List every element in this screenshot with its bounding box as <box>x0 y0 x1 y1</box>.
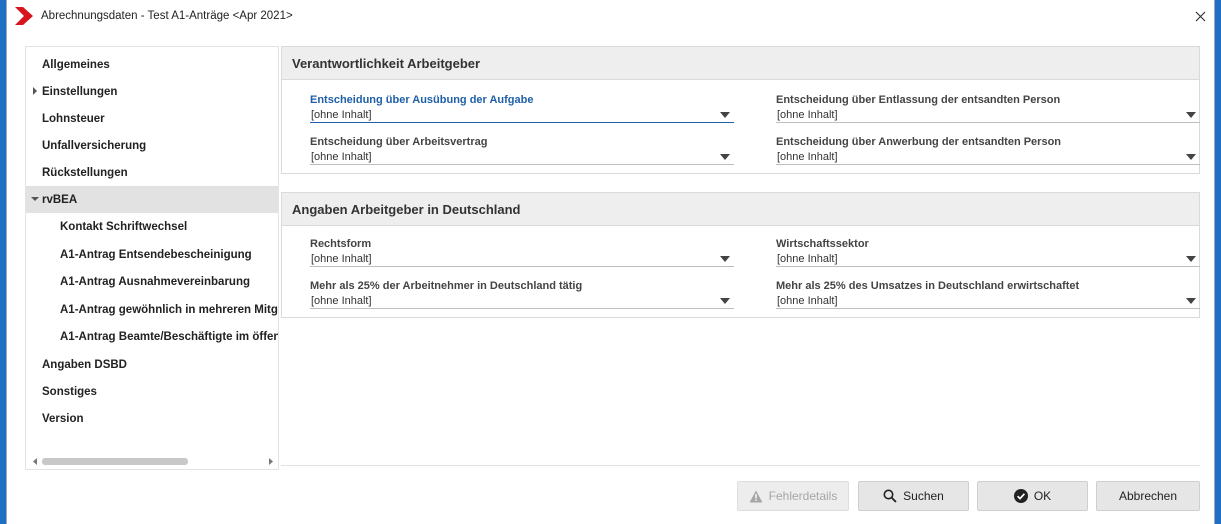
sidebar-item-label: Kontakt Schriftwechsel <box>60 220 188 233</box>
scroll-right-icon[interactable] <box>268 458 274 465</box>
sidebar-item-label: Unfallversicherung <box>42 139 147 152</box>
search-icon <box>883 489 897 503</box>
dropdown-umsatz-25[interactable]: [ohne Inhalt] <box>776 293 1200 309</box>
sidebar-item-label: Einstellungen <box>42 85 118 98</box>
dialog-window: Abrechnungsdaten - Test A1-Anträge <Apr … <box>6 0 1215 524</box>
close-icon <box>1195 11 1205 21</box>
dropdown-arrow-icon <box>720 112 730 118</box>
dropdown-wirtschaftssektor[interactable]: [ohne Inhalt] <box>776 251 1200 267</box>
sidebar-item-unfallversicherung[interactable]: Unfallversicherung <box>26 132 278 159</box>
dropdown-value: [ohne Inhalt] <box>311 295 372 307</box>
field-label: Entscheidung über Entlassung der entsand… <box>776 94 1061 106</box>
sidebar-item-label: Sonstiges <box>42 385 97 398</box>
dropdown-arrow-icon <box>720 298 730 304</box>
ok-button[interactable]: OK <box>977 481 1088 511</box>
field-entscheidung-arbeitsvertrag: Entscheidung über Arbeitsvertrag [ohne I… <box>310 135 734 165</box>
window-title: Abrechnungsdaten - Test A1-Anträge <Apr … <box>41 10 293 22</box>
sidebar-item-a1-ausnahmevereinbarung[interactable]: A1-Antrag Ausnahmevereinbarung <box>26 268 278 295</box>
chevron-right-icon[interactable] <box>31 87 39 95</box>
dropdown-value: [ohne Inhalt] <box>311 151 372 163</box>
scrollbar-thumb[interactable] <box>42 458 188 465</box>
sidebar-item-angaben-dsbd[interactable]: Angaben DSBD <box>26 351 278 378</box>
field-label: Mehr als 25% des Umsatzes in Deutschland… <box>776 280 1080 292</box>
field-entscheidung-anwerbung: Entscheidung über Anwerbung der entsandt… <box>776 135 1200 165</box>
dropdown-arbeitnehmer-25[interactable]: [ohne Inhalt] <box>310 293 734 309</box>
dropdown-entscheidung-arbeitsvertrag[interactable]: [ohne Inhalt] <box>310 149 734 165</box>
dropdown-arrow-icon <box>1186 256 1196 262</box>
sidebar-item-kontakt-schriftwechsel[interactable]: Kontakt Schriftwechsel <box>26 213 278 240</box>
close-button[interactable] <box>1190 6 1210 26</box>
sidebar-item-label: A1-Antrag Entsendebescheinigung <box>60 248 252 261</box>
dropdown-value: [ohne Inhalt] <box>777 151 838 163</box>
dropdown-value: [ohne Inhalt] <box>777 295 838 307</box>
dropdown-entscheidung-ausuebung[interactable]: [ohne Inhalt] <box>310 107 734 123</box>
button-label: Fehlerdetails <box>768 489 838 503</box>
field-label: Rechtsform <box>310 238 372 250</box>
sidebar-item-allgemeines[interactable]: Allgemeines <box>26 51 278 78</box>
dropdown-value: [ohne Inhalt] <box>311 253 372 265</box>
field-entscheidung-ausuebung: Entscheidung über Ausübung der Aufgabe [… <box>310 93 734 123</box>
field-label: Mehr als 25% der Arbeitnehmer in Deutsch… <box>310 280 583 292</box>
sidebar-item-a1-beamte[interactable]: A1-Antrag Beamte/Beschäftigte im öffent <box>26 323 279 350</box>
sidebar-item-label: Lohnsteuer <box>42 112 105 125</box>
sidebar-item-label: A1-Antrag Ausnahmevereinbarung <box>60 275 250 288</box>
button-label: Suchen <box>903 489 944 503</box>
dropdown-value: [ohne Inhalt] <box>311 109 372 121</box>
dropdown-rechtsform[interactable]: [ohne Inhalt] <box>310 251 734 267</box>
suchen-button[interactable]: Suchen <box>858 481 969 511</box>
sidebar-item-label: Rückstellungen <box>42 166 128 179</box>
sidebar-item-version[interactable]: Version <box>26 405 278 432</box>
sidebar-item-a1-entsendebescheinigung[interactable]: A1-Antrag Entsendebescheinigung <box>26 241 278 268</box>
app-logo-icon <box>15 7 33 25</box>
dropdown-entscheidung-entlassung[interactable]: [ohne Inhalt] <box>776 107 1200 123</box>
dropdown-value: [ohne Inhalt] <box>777 109 838 121</box>
abbrechen-button[interactable]: Abbrechen <box>1096 481 1200 511</box>
field-label: Entscheidung über Arbeitsvertrag <box>310 136 488 148</box>
sidebar-item-label: A1-Antrag Beamte/Beschäftigte im öffent <box>60 330 279 343</box>
field-label: Entscheidung über Ausübung der Aufgabe <box>310 94 534 106</box>
button-label: Abbrechen <box>1118 489 1178 503</box>
sidebar-item-label: rvBEA <box>42 193 78 206</box>
dropdown-arrow-icon <box>1186 298 1196 304</box>
dropdown-arrow-icon <box>720 256 730 262</box>
sidebar-item-rvbea[interactable]: rvBEA <box>26 186 278 213</box>
scroll-left-icon[interactable] <box>32 458 38 465</box>
dropdown-arrow-icon <box>1186 154 1196 160</box>
sidebar-item-einstellungen[interactable]: Einstellungen <box>26 78 278 105</box>
section-verantwortlichkeit: Verantwortlichkeit Arbeitgeber Entscheid… <box>281 46 1200 174</box>
section-angaben-arbeitgeber: Angaben Arbeitgeber in Deutschland Recht… <box>281 192 1200 318</box>
title-bar: Abrechnungsdaten - Test A1-Anträge <Apr … <box>7 0 1214 32</box>
dropdown-value: [ohne Inhalt] <box>777 253 838 265</box>
dropdown-arrow-icon <box>1186 112 1196 118</box>
sidebar-item-rueckstellungen[interactable]: Rückstellungen <box>26 159 278 186</box>
sidebar-item-label: Version <box>42 412 84 425</box>
section-title: Verantwortlichkeit Arbeitgeber <box>282 47 1199 80</box>
dropdown-arrow-icon <box>720 154 730 160</box>
sidebar-item-lohnsteuer[interactable]: Lohnsteuer <box>26 105 278 132</box>
sidebar-nav: Allgemeines Einstellungen Lohnsteuer Unf… <box>25 46 279 470</box>
chevron-down-icon[interactable] <box>31 195 39 203</box>
field-arbeitnehmer-25: Mehr als 25% der Arbeitnehmer in Deutsch… <box>310 279 734 309</box>
field-rechtsform: Rechtsform [ohne Inhalt] <box>310 237 734 267</box>
sidebar-item-a1-mehrere-mitgliedstaaten[interactable]: A1-Antrag gewöhnlich in mehreren Mitglie <box>26 296 279 323</box>
sidebar-item-label: Angaben DSBD <box>42 358 127 371</box>
sidebar-item-label: Allgemeines <box>42 58 110 71</box>
horizontal-scrollbar[interactable] <box>26 453 278 469</box>
field-label: Wirtschaftssektor <box>776 238 869 250</box>
field-wirtschaftssektor: Wirtschaftssektor [ohne Inhalt] <box>776 237 1200 267</box>
section-title: Angaben Arbeitgeber in Deutschland <box>282 193 1199 226</box>
button-label: OK <box>1033 489 1052 503</box>
dropdown-entscheidung-anwerbung[interactable]: [ohne Inhalt] <box>776 149 1200 165</box>
sidebar-item-label: A1-Antrag gewöhnlich in mehreren Mitglie <box>60 303 279 316</box>
fehlerdetails-button[interactable]: Fehlerdetails <box>737 481 849 511</box>
field-entscheidung-entlassung: Entscheidung über Entlassung der entsand… <box>776 93 1200 123</box>
sidebar-item-sonstiges[interactable]: Sonstiges <box>26 378 278 405</box>
field-umsatz-25: Mehr als 25% des Umsatzes in Deutschland… <box>776 279 1200 309</box>
warning-icon <box>749 490 763 502</box>
check-circle-icon <box>1013 489 1028 503</box>
footer-divider <box>281 465 1200 466</box>
field-label: Entscheidung über Anwerbung der entsandt… <box>776 136 1062 148</box>
